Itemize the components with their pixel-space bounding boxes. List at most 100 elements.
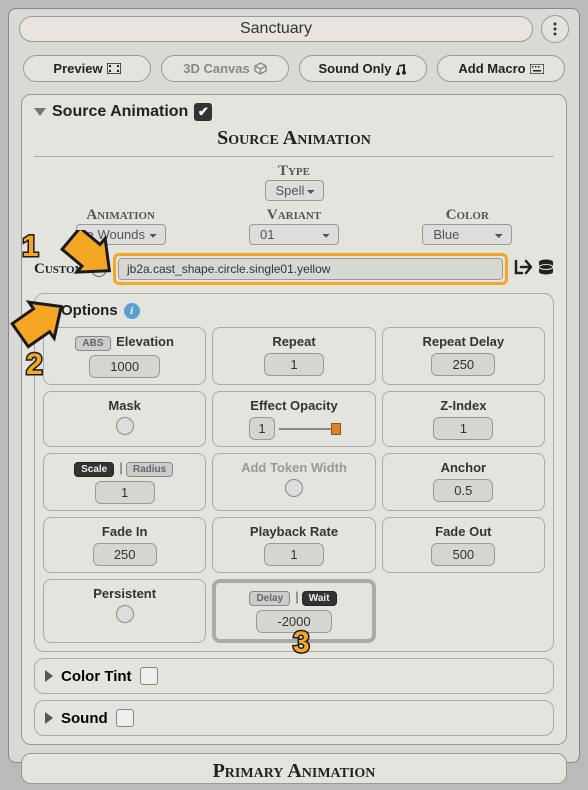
token-width-toggle[interactable] [285, 479, 303, 497]
custom-path-highlight [113, 253, 508, 285]
chevron-down-icon [34, 108, 46, 116]
token-width-label: Add Token Width [219, 460, 368, 475]
type-select[interactable]: Spell [265, 180, 324, 201]
empty-cell [382, 579, 545, 643]
avc-row: Animation e Wounds Variant 01 Color Blue [34, 207, 554, 245]
color-tint-row[interactable]: Color Tint [34, 658, 554, 694]
type-row: Type Spell [34, 163, 554, 201]
kebab-icon [553, 22, 557, 36]
tab-preview[interactable]: Preview [23, 55, 151, 82]
variant-select[interactable]: 01 [249, 224, 339, 245]
opacity-label: Effect Opacity [219, 398, 368, 413]
color-select[interactable]: Blue [422, 224, 512, 245]
database-icon[interactable] [538, 259, 554, 280]
info-icon[interactable]: i [124, 303, 140, 319]
playback-input[interactable]: 1 [264, 543, 324, 566]
scale-cell: Scale|Radius 1 [43, 453, 206, 511]
persistent-toggle[interactable] [116, 605, 134, 623]
fadeout-input[interactable]: 500 [431, 543, 495, 566]
primary-title: Primary Animation [34, 760, 554, 783]
tab-canvas-label: 3D Canvas [183, 61, 249, 76]
tab-canvas[interactable]: 3D Canvas [161, 55, 289, 82]
elevation-input[interactable]: 1000 [89, 355, 160, 378]
anchor-cell: Anchor 0.5 [382, 453, 545, 511]
options-header[interactable]: Options i [43, 302, 545, 319]
delay-wait-input[interactable]: -2000 [256, 610, 331, 633]
custom-path-input[interactable] [118, 258, 503, 280]
import-icon[interactable] [514, 259, 532, 280]
source-header-label: Source Animation [52, 103, 188, 121]
fadeout-label: Fade Out [389, 524, 538, 539]
divider [34, 156, 554, 157]
type-label: Type [34, 163, 554, 180]
custom-radio[interactable] [91, 261, 107, 277]
music-icon [395, 63, 407, 75]
repeat-delay-input[interactable]: 250 [431, 353, 495, 376]
keyboard-icon [530, 64, 544, 74]
cube-icon [254, 62, 267, 75]
zindex-label: Z-Index [389, 398, 538, 413]
anchor-label: Anchor [389, 460, 538, 475]
abs-badge[interactable]: ABS [75, 336, 110, 351]
wait-btn[interactable]: Wait [302, 591, 337, 606]
menu-button[interactable] [541, 15, 569, 43]
variant-label: Variant [207, 207, 380, 224]
tab-macro[interactable]: Add Macro [437, 55, 565, 82]
tab-sound[interactable]: Sound Only [299, 55, 427, 82]
opacity-input[interactable]: 1 [249, 417, 274, 440]
repeat-label: Repeat [219, 334, 368, 349]
animation-select[interactable]: e Wounds [76, 224, 166, 245]
sound-row[interactable]: Sound [34, 700, 554, 736]
scale-btn[interactable]: Scale [74, 462, 114, 477]
opacity-slider[interactable] [279, 428, 339, 430]
fadeout-cell: Fade Out 500 [382, 517, 545, 573]
repeat-delay-cell: Repeat Delay 250 [382, 327, 545, 385]
sound-checkbox[interactable] [116, 709, 134, 727]
source-section-title: Source Animation [34, 127, 554, 150]
options-grid: ABS Elevation 1000 Repeat 1 Repeat Delay… [43, 327, 545, 643]
color-tint-checkbox[interactable] [140, 667, 158, 685]
token-width-cell: Add Token Width [212, 453, 375, 511]
source-enabled-checkbox[interactable]: ✔ [194, 103, 212, 121]
custom-label: Custom [34, 261, 85, 278]
chevron-down-icon [43, 307, 55, 315]
fadein-input[interactable]: 250 [93, 543, 157, 566]
sound-label: Sound [61, 710, 108, 727]
chevron-right-icon [45, 670, 53, 682]
primary-animation-panel: Primary Animation [21, 753, 567, 784]
repeat-delay-label: Repeat Delay [389, 334, 538, 349]
mask-label: Mask [50, 398, 199, 413]
options-panel: Options i ABS Elevation 1000 Repeat 1 Re… [34, 293, 554, 652]
persistent-cell: Persistent [43, 579, 206, 643]
playback-label: Playback Rate [219, 524, 368, 539]
mask-toggle[interactable] [116, 417, 134, 435]
config-window: Sanctuary Preview 3D Canvas Sound Only A… [8, 8, 580, 763]
color-tint-label: Color Tint [61, 668, 132, 685]
radius-btn[interactable]: Radius [126, 462, 173, 477]
film-icon [107, 63, 121, 74]
mask-cell: Mask [43, 391, 206, 447]
opacity-cell: Effect Opacity 1 [212, 391, 375, 447]
playback-cell: Playback Rate 1 [212, 517, 375, 573]
color-label: Color [381, 207, 554, 224]
chevron-right-icon [45, 712, 53, 724]
content-area: Source Animation ✔ Source Animation Type… [9, 88, 579, 790]
source-panel-header[interactable]: Source Animation ✔ [34, 103, 554, 121]
scale-input[interactable]: 1 [95, 481, 155, 504]
titlebar: Sanctuary [9, 9, 579, 49]
source-animation-panel: Source Animation ✔ Source Animation Type… [21, 94, 567, 745]
zindex-cell: Z-Index 1 [382, 391, 545, 447]
fadein-label: Fade In [50, 524, 199, 539]
anchor-input[interactable]: 0.5 [433, 479, 493, 502]
delay-btn[interactable]: Delay [249, 591, 290, 606]
zindex-input[interactable]: 1 [433, 417, 493, 440]
repeat-cell: Repeat 1 [212, 327, 375, 385]
tab-preview-label: Preview [53, 61, 102, 76]
fadein-cell: Fade In 250 [43, 517, 206, 573]
repeat-input[interactable]: 1 [264, 353, 324, 376]
elevation-cell: ABS Elevation 1000 [43, 327, 206, 385]
tab-bar: Preview 3D Canvas Sound Only Add Macro [9, 49, 579, 88]
animation-label: Animation [34, 207, 207, 224]
options-header-label: Options [61, 302, 118, 319]
delay-wait-cell: Delay|Wait -2000 [212, 579, 375, 643]
